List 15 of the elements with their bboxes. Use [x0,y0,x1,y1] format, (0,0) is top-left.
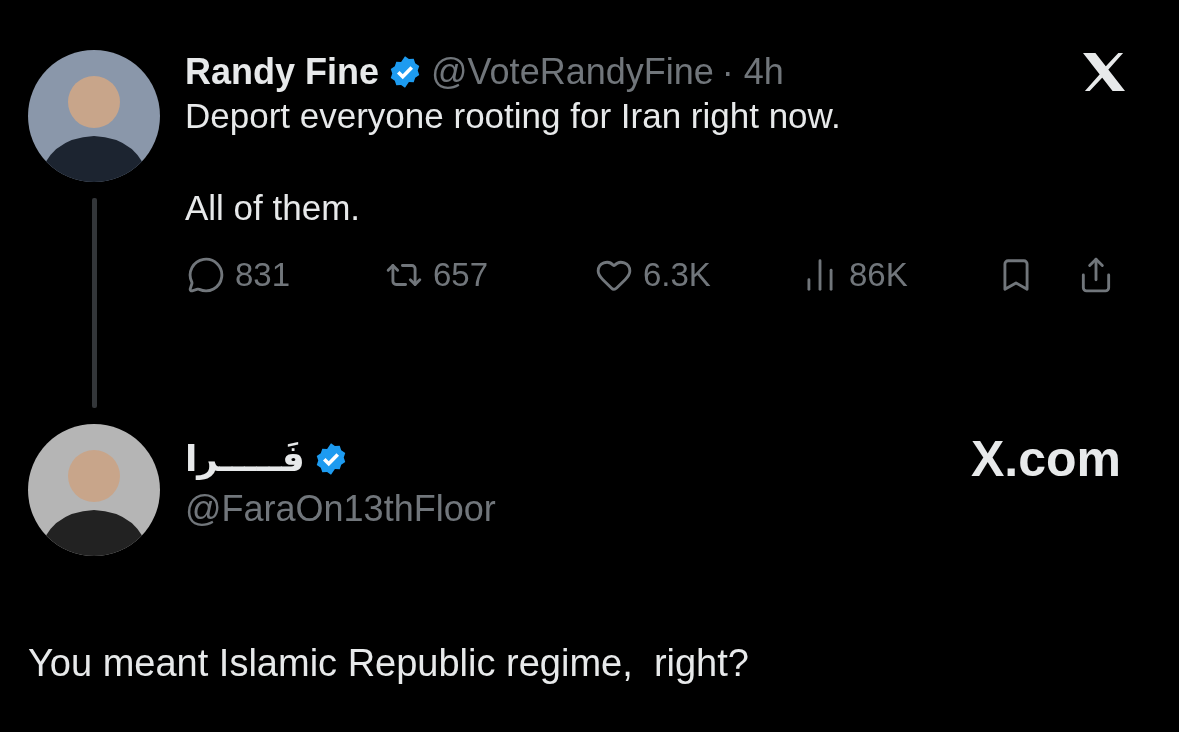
author-name[interactable]: Randy Fine [185,51,380,93]
reply-button[interactable]: 831 [187,256,385,294]
reply-icon [187,256,225,294]
like-button[interactable]: 6.3K [595,256,801,294]
post-text: Deport everyone rooting for Iran right now. [185,95,842,137]
author-handle[interactable]: @FaraOn13thFloor [185,488,1121,530]
author-name[interactable]: فَـــــرا [185,438,305,480]
views-button[interactable]: 86K [801,256,997,294]
site-name: X.com [970,430,1121,488]
repost-button[interactable]: 657 [385,256,595,294]
post-text: All of them. [185,187,362,229]
post-time: · 4h [721,51,784,93]
author-handle[interactable]: @VoteRandyFine [431,51,714,93]
reply-text: You meant Islamic Republic regime, right? [28,642,750,685]
x-logo-icon [1081,51,1127,93]
